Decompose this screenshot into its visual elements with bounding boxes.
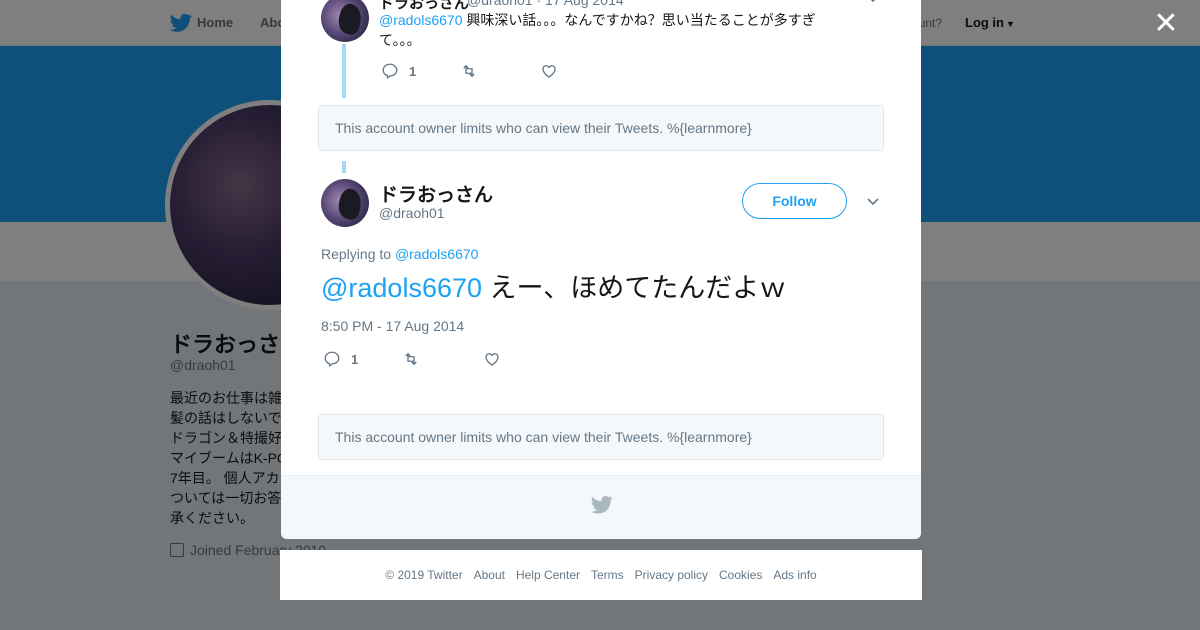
footer-link-terms[interactable]: Terms [591, 568, 624, 582]
retweet-icon [463, 64, 475, 78]
main-tweet-body: えー、ほめてたんだよｗ [482, 273, 787, 303]
heart-icon [542, 65, 556, 78]
reply-count: 1 [351, 351, 359, 367]
main-tweet-mention[interactable]: @radols6670 [321, 273, 482, 303]
thread-line [342, 44, 346, 98]
reply-button[interactable]: 1 [381, 62, 416, 80]
twitter-bird-icon [591, 496, 613, 514]
thread-line [342, 161, 346, 173]
close-icon[interactable]: ✕ [1152, 9, 1180, 39]
restricted-notice: This account owner limits who can view t… [318, 414, 884, 460]
footer-copyright: © 2019 Twitter [385, 568, 463, 582]
footer-link-help-center[interactable]: Help Center [516, 568, 580, 582]
footer-link-privacy[interactable]: Privacy policy [635, 568, 708, 582]
heart-icon [485, 353, 499, 366]
follow-button[interactable]: Follow [742, 183, 847, 219]
chevron-down-icon[interactable] [866, 195, 880, 209]
reply-button[interactable]: 1 [323, 350, 358, 368]
main-tweet-handle[interactable]: @draoh01 [379, 205, 445, 221]
reply-icon [324, 351, 340, 368]
retweet-button[interactable] [460, 62, 478, 80]
main-tweet-avatar[interactable] [321, 179, 369, 227]
footer-link-cookies[interactable]: Cookies [719, 568, 762, 582]
replying-to-link[interactable]: @radols6670 [395, 246, 479, 262]
like-button[interactable] [483, 350, 501, 368]
site-footer: © 2019 Twitter About Help Center Terms P… [280, 550, 922, 600]
retweet-icon [405, 352, 417, 366]
chevron-down-icon[interactable] [866, 0, 880, 6]
footer-link-ads-info[interactable]: Ads info [773, 568, 816, 582]
prev-tweet-avatar[interactable] [321, 0, 369, 42]
reply-count: 1 [409, 63, 417, 79]
footer-link-about[interactable]: About [474, 568, 505, 582]
reply-icon [382, 63, 398, 80]
tweet-timestamp[interactable]: 8:50 PM - 17 Aug 2014 [321, 318, 464, 334]
main-tweet-text: @radols6670 えー、ほめてたんだよｗ [321, 270, 786, 306]
prev-tweet-mention[interactable]: @radols6670 [379, 12, 463, 28]
modal-footer [281, 475, 921, 539]
like-button[interactable] [540, 62, 558, 80]
retweet-button[interactable] [402, 350, 420, 368]
tweet-modal: ドラおっさん @draoh01 · 17 Aug 2014 @radols667… [281, 0, 921, 539]
prev-tweet-meta: @draoh01 · 17 Aug 2014 [467, 0, 624, 8]
main-tweet-name[interactable]: ドラおっさん [379, 180, 493, 207]
replying-prefix: Replying to [321, 246, 395, 262]
replying-to: Replying to @radols6670 [321, 246, 478, 262]
restricted-notice: This account owner limits who can view t… [318, 105, 884, 151]
prev-tweet-text: @radols6670 興味深い話。。。なんですかね？思い当たることが多すぎて。… [379, 10, 849, 50]
